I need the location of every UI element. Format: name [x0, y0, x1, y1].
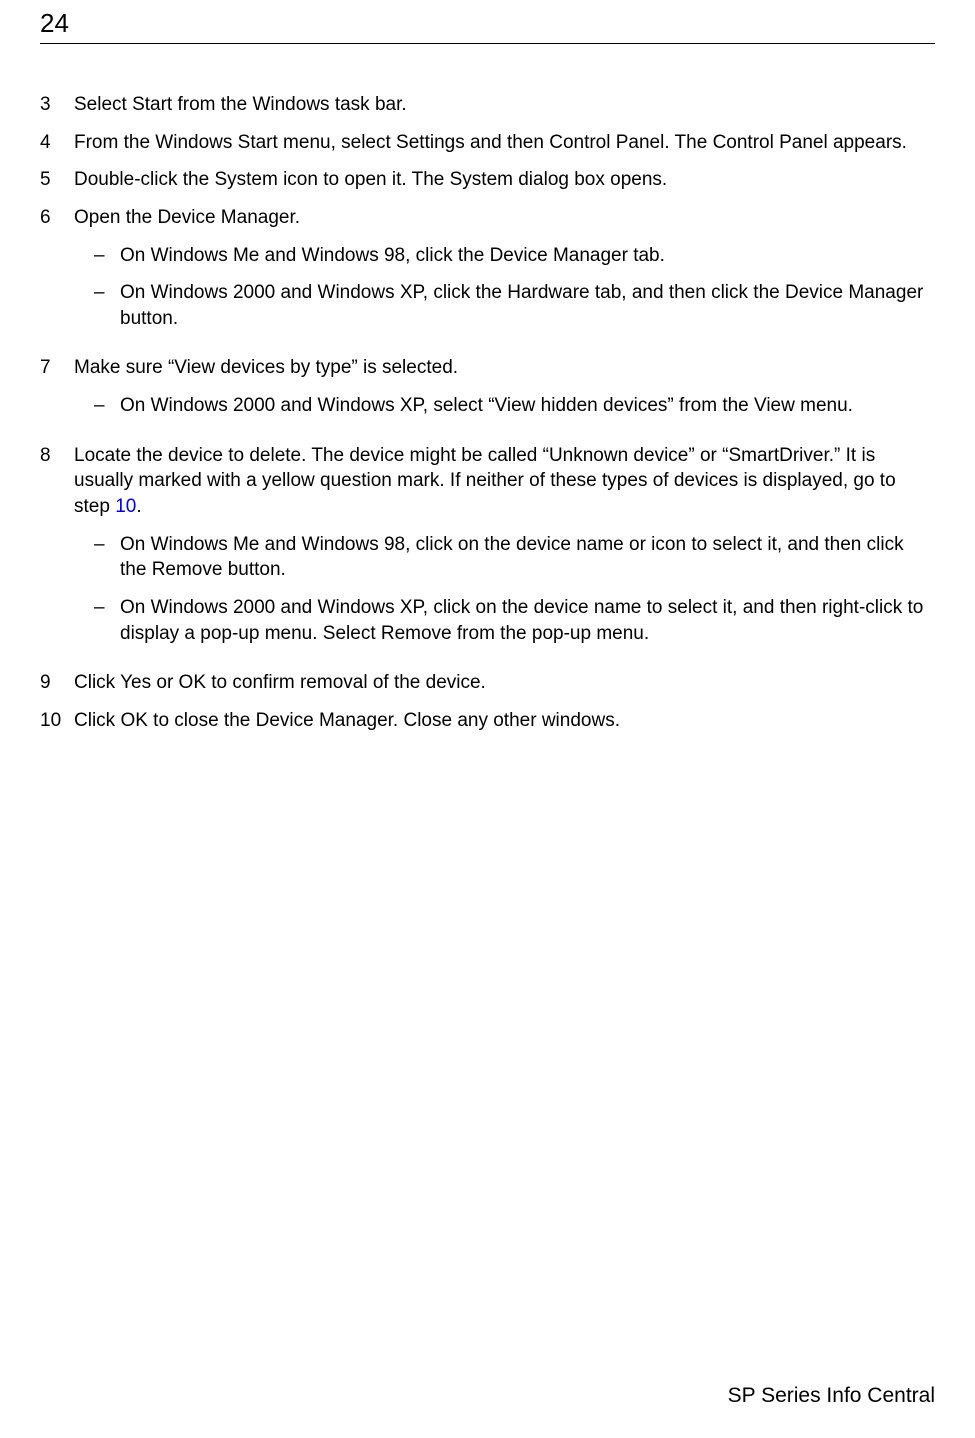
step-number: 5: [40, 167, 74, 193]
sub-step-item: –On Windows 2000 and Windows XP, click t…: [74, 280, 935, 331]
step-body: Click Yes or OK to confirm removal of th…: [74, 670, 935, 696]
step-text: Locate the device to delete. The device …: [74, 443, 935, 520]
sub-step-text: On Windows Me and Windows 98, click the …: [120, 243, 935, 269]
step-number: 10: [40, 708, 74, 734]
step-number: 9: [40, 670, 74, 696]
step-body: Open the Device Manager. –On Windows Me a…: [74, 205, 935, 344]
instruction-steps: 3Select Start from the Windows task bar.…: [40, 92, 935, 734]
sub-step-item: –On Windows 2000 and Windows XP, click o…: [74, 595, 935, 646]
step-text: From the Windows Start menu, select Sett…: [74, 130, 935, 156]
step-item: 5Double-click the System icon to open it…: [40, 167, 935, 193]
step-item: 8Locate the device to delete. The device…: [40, 443, 935, 658]
step-body: Double-click the System icon to open it.…: [74, 167, 935, 193]
step-text: Open the Device Manager.: [74, 205, 935, 231]
footer-text: SP Series Info Central: [728, 1384, 935, 1408]
sub-step-dash: –: [94, 280, 120, 331]
step-crossref-link[interactable]: 10: [115, 496, 136, 517]
step-number: 4: [40, 130, 74, 156]
sub-step-dash: –: [94, 393, 120, 419]
step-text: Make sure “View devices by type” is sele…: [74, 355, 935, 381]
step-text: Click Yes or OK to confirm removal of th…: [74, 670, 935, 696]
step-body: Select Start from the Windows task bar.: [74, 92, 935, 118]
step-text-suffix: .: [136, 496, 141, 517]
sub-step-item: –On Windows Me and Windows 98, click on …: [74, 532, 935, 583]
step-item: 10Click OK to close the Device Manager. …: [40, 708, 935, 734]
sub-step-list: –On Windows 2000 and Windows XP, select …: [74, 393, 935, 419]
header-divider: [40, 43, 935, 44]
sub-step-text: On Windows 2000 and Windows XP, click on…: [120, 595, 935, 646]
sub-step-item: –On Windows 2000 and Windows XP, select …: [74, 393, 935, 419]
sub-step-dash: –: [94, 595, 120, 646]
step-body: Locate the device to delete. The device …: [74, 443, 935, 658]
step-number: 8: [40, 443, 74, 658]
step-text: Select Start from the Windows task bar.: [74, 92, 935, 118]
page-number: 24: [40, 0, 935, 43]
step-item: 9Click Yes or OK to confirm removal of t…: [40, 670, 935, 696]
step-text-prefix: Locate the device to delete. The device …: [74, 445, 896, 517]
step-text: Double-click the System icon to open it.…: [74, 167, 935, 193]
step-item: 6Open the Device Manager. –On Windows Me …: [40, 205, 935, 344]
sub-step-dash: –: [94, 243, 120, 269]
sub-step-list: –On Windows Me and Windows 98, click on …: [74, 532, 935, 647]
step-number: 6: [40, 205, 74, 344]
sub-step-text: On Windows 2000 and Windows XP, click th…: [120, 280, 935, 331]
step-text: Click OK to close the Device Manager. Cl…: [74, 708, 935, 734]
step-body: From the Windows Start menu, select Sett…: [74, 130, 935, 156]
sub-step-list: –On Windows Me and Windows 98, click the…: [74, 243, 935, 332]
step-item: 7Make sure “View devices by type” is sel…: [40, 355, 935, 430]
step-body: Make sure “View devices by type” is sele…: [74, 355, 935, 430]
sub-step-text: On Windows 2000 and Windows XP, select “…: [120, 393, 935, 419]
step-number: 7: [40, 355, 74, 430]
step-number: 3: [40, 92, 74, 118]
sub-step-dash: –: [94, 532, 120, 583]
step-body: Click OK to close the Device Manager. Cl…: [74, 708, 935, 734]
sub-step-item: –On Windows Me and Windows 98, click the…: [74, 243, 935, 269]
step-item: 3Select Start from the Windows task bar.: [40, 92, 935, 118]
sub-step-text: On Windows Me and Windows 98, click on t…: [120, 532, 935, 583]
step-item: 4From the Windows Start menu, select Set…: [40, 130, 935, 156]
